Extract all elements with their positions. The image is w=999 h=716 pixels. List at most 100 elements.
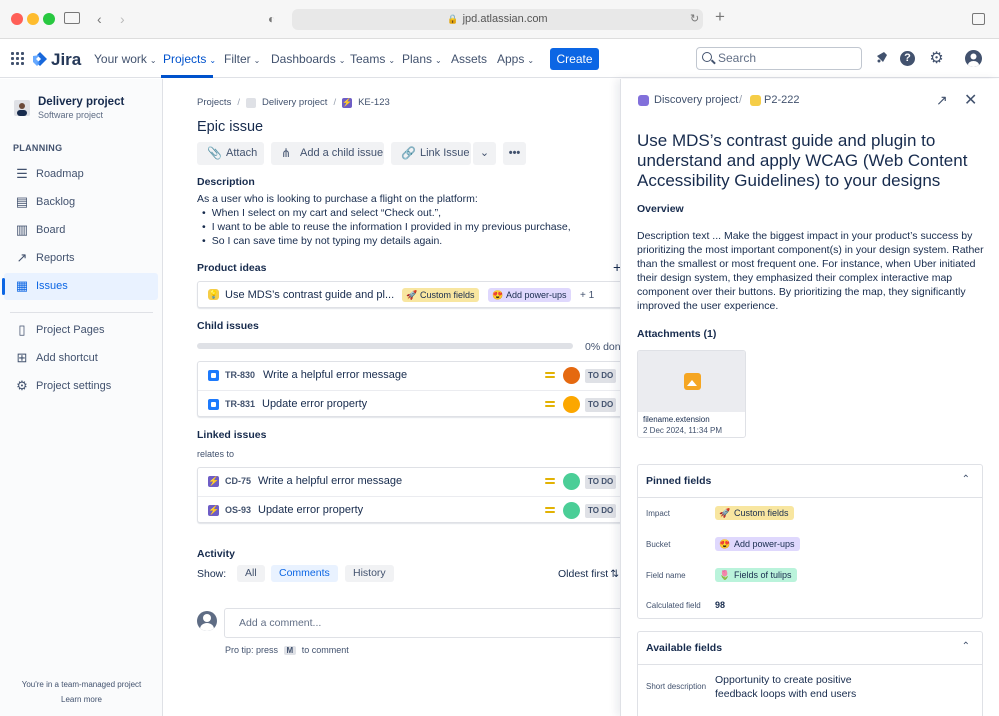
sidebar-item-issues[interactable]: ▦ Issues: [4, 273, 158, 300]
shield-icon[interactable]: ◐: [268, 11, 275, 27]
nav-projects[interactable]: Projects⌄: [163, 52, 216, 66]
keyboard-key: M: [284, 646, 297, 655]
panel-issue-key[interactable]: P2-222: [764, 94, 799, 106]
comment-input[interactable]: Add a comment...: [224, 608, 620, 638]
nav-teams[interactable]: Teams⌄: [350, 52, 395, 66]
link-icon: 🔗: [401, 142, 416, 165]
sidebar-item-board[interactable]: ▥ Board: [4, 217, 158, 244]
paperclip-icon: 📎: [207, 142, 222, 165]
filter-all[interactable]: All: [237, 565, 265, 582]
link-issue-button[interactable]: 🔗 Link Issue: [391, 142, 471, 165]
nav-filter[interactable]: Filter⌄: [224, 52, 260, 66]
status-badge[interactable]: TO DO: [585, 504, 616, 518]
description-bullet: I want to be able to reuse the informati…: [202, 220, 617, 234]
status-badge[interactable]: TO DO: [585, 475, 616, 489]
sidebar-item-project-pages[interactable]: ▯ Project Pages: [4, 317, 158, 344]
app-switcher-icon[interactable]: [11, 52, 24, 65]
status-badge[interactable]: TO DO: [585, 398, 616, 412]
jira-logo[interactable]: Jira: [33, 50, 81, 70]
forward-icon[interactable]: ›: [120, 11, 125, 27]
sidebar-item-backlog[interactable]: ▤ Backlog: [4, 189, 158, 216]
link-issue-dropdown[interactable]: ⌄: [473, 142, 496, 165]
issue-summary: Write a helpful error message: [258, 475, 402, 487]
minimize-window-button[interactable]: [27, 13, 39, 25]
table-row[interactable]: ⚡ OS-93 Update error property TO DO: [198, 496, 620, 524]
product-idea-card[interactable]: 💡 Use MDS’s contrast guide and pl... 🚀Cu…: [197, 281, 620, 308]
chevron-up-icon[interactable]: ⌃: [962, 474, 970, 485]
open-in-new-icon[interactable]: ↗: [936, 92, 948, 109]
sidebar-item-roadmap[interactable]: ☰ Roadmap: [4, 161, 158, 188]
more-actions-button[interactable]: •••: [503, 142, 526, 165]
back-icon[interactable]: ‹: [97, 11, 102, 27]
filter-history[interactable]: History: [345, 565, 394, 582]
notifications-icon[interactable]: [873, 50, 890, 67]
create-button[interactable]: Create: [550, 48, 599, 70]
pinned-fields-heading[interactable]: Pinned fields: [646, 475, 711, 487]
sort-order-toggle[interactable]: Oldest first⇅: [558, 568, 619, 580]
nav-apps[interactable]: Apps⌄: [497, 52, 534, 66]
close-window-button[interactable]: [11, 13, 23, 25]
nav-dashboards[interactable]: Dashboards⌄: [271, 52, 345, 66]
maximize-window-button[interactable]: [43, 13, 55, 25]
new-tab-icon[interactable]: +: [715, 9, 725, 25]
attachment-card[interactable]: filename.extension 2 Dec 2024, 11:34 PM: [637, 350, 746, 438]
breadcrumb-separator: /: [237, 97, 240, 108]
task-icon: [208, 370, 219, 381]
breadcrumb-project[interactable]: Delivery project: [262, 97, 327, 108]
available-fields-heading[interactable]: Available fields: [646, 642, 722, 654]
nav-your-work[interactable]: Your work⌄: [94, 52, 157, 66]
help-icon[interactable]: ?: [900, 51, 915, 66]
overview-text[interactable]: Description text ... Make the biggest im…: [637, 229, 987, 313]
avatar: [563, 473, 580, 490]
current-user-avatar: [197, 611, 217, 631]
close-icon[interactable]: ✕: [964, 90, 977, 110]
field-label-impact: Impact: [646, 509, 670, 518]
issue-summary: Update error property: [258, 504, 363, 516]
description-bullet: So I can save time by not typing my deta…: [202, 234, 617, 248]
image-icon: [684, 373, 701, 390]
filter-comments[interactable]: Comments: [271, 565, 338, 582]
add-product-idea-icon[interactable]: +: [613, 259, 620, 275]
search-input[interactable]: Search: [696, 47, 862, 70]
sidebar-item-reports[interactable]: ↗ Reports: [4, 245, 158, 272]
chevron-down-icon: ⌄: [527, 56, 534, 65]
chevron-up-icon[interactable]: ⌃: [962, 641, 970, 652]
sidebar-item-project-settings[interactable]: ⚙ Project settings: [4, 373, 158, 400]
section-divider: [638, 497, 982, 498]
protip-prefix: Pro tip: press: [225, 645, 278, 655]
description-body[interactable]: As a user who is looking to purchase a f…: [197, 192, 617, 248]
field-value-short-description[interactable]: Opportunity to create positive feedback …: [715, 673, 875, 701]
sidebar-item-label: Backlog: [36, 196, 75, 208]
field-value-bucket[interactable]: 😍Add power-ups: [715, 537, 800, 551]
breadcrumb-projects[interactable]: Projects: [197, 97, 231, 108]
panel-project-link[interactable]: Discovery project: [654, 94, 738, 106]
add-child-issue-button[interactable]: ⋔ Add a child issue: [271, 142, 384, 165]
tulip-icon: 🌷: [719, 568, 730, 582]
sort-label: Oldest first: [558, 568, 608, 580]
profile-avatar[interactable]: [965, 50, 982, 67]
more-tags-count[interactable]: + 1: [580, 290, 594, 301]
breadcrumb-issue-key[interactable]: KE-123: [358, 97, 390, 108]
field-value-impact[interactable]: 🚀Custom fields: [715, 506, 794, 520]
table-row[interactable]: TR-831 Update error property TO DO: [198, 390, 620, 418]
learn-more-link[interactable]: Learn more: [0, 695, 163, 704]
nav-plans[interactable]: Plans⌄: [402, 52, 442, 66]
table-row[interactable]: ⚡ CD-75 Write a helpful error message TO…: [198, 468, 620, 496]
address-bar[interactable]: 🔒jpd.atlassian.com: [292, 9, 703, 30]
tabs-overview-icon[interactable]: [972, 13, 985, 25]
active-nav-indicator: [161, 75, 213, 78]
attach-button[interactable]: 📎 Attach: [197, 142, 264, 165]
reload-icon[interactable]: ↻: [690, 11, 699, 27]
panel-title[interactable]: Use MDS’s contrast guide and plugin to u…: [637, 131, 987, 191]
issue-title[interactable]: Epic issue: [197, 119, 263, 135]
status-badge[interactable]: TO DO: [585, 369, 616, 383]
settings-gear-icon[interactable]: ⚙: [928, 50, 945, 67]
sidebar-toggle-icon[interactable]: [64, 12, 80, 24]
sidebar-item-add-shortcut[interactable]: ⊞ Add shortcut: [4, 345, 158, 372]
table-row[interactable]: TR-830 Write a helpful error message TO …: [198, 362, 620, 390]
nav-assets[interactable]: Assets: [451, 52, 487, 66]
tag-label: Add power-ups: [734, 539, 795, 549]
issue-key: OS-93: [225, 505, 251, 515]
field-value-field-name[interactable]: 🌷Fields of tulips: [715, 568, 797, 582]
chevron-down-icon: ⌄: [254, 56, 261, 65]
